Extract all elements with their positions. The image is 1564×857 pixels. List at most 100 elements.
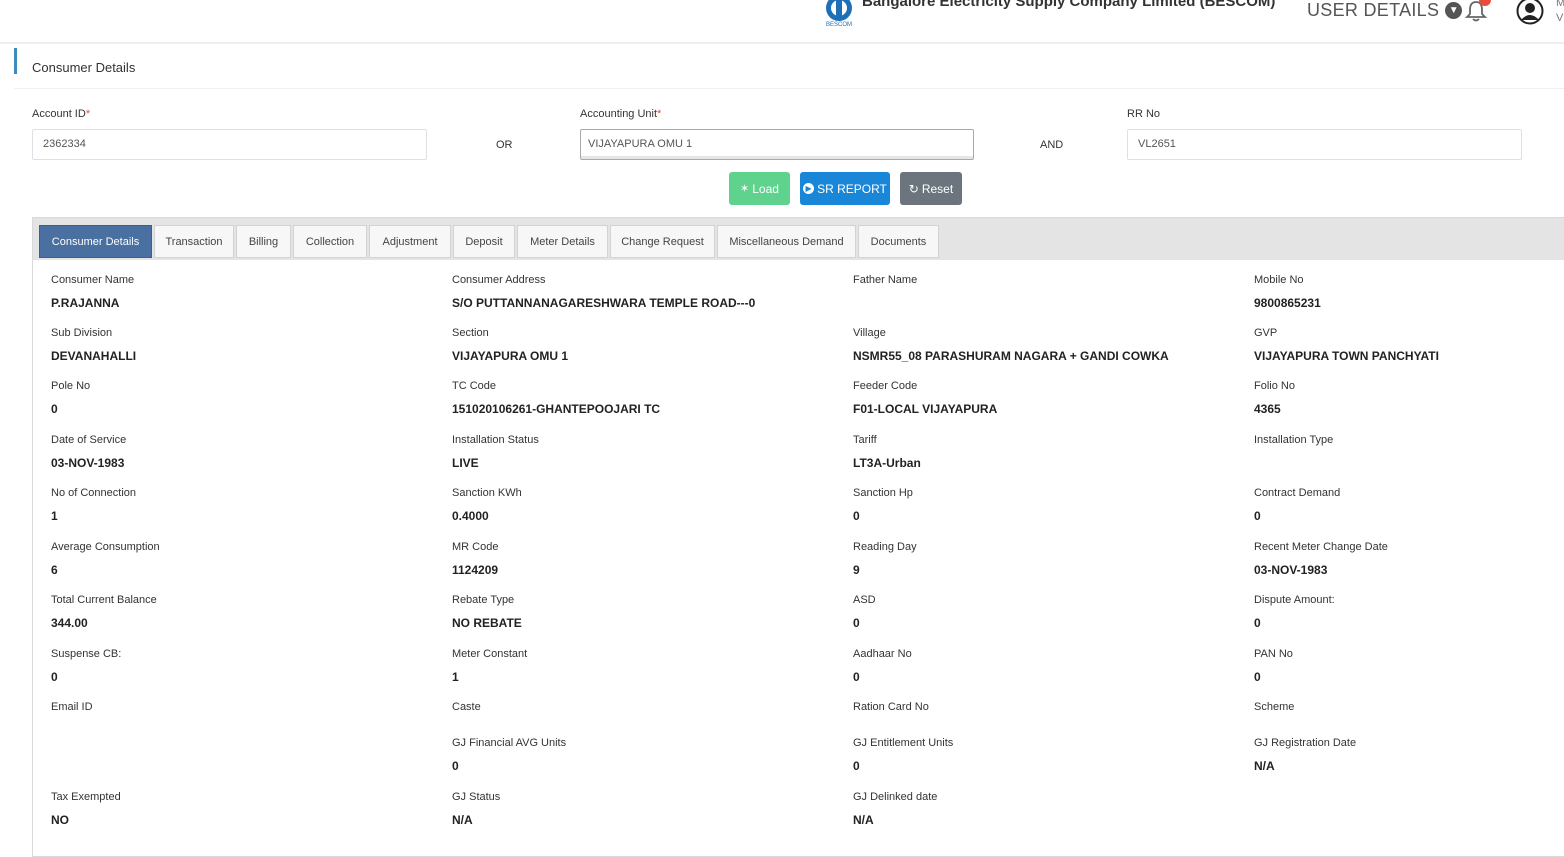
- field-label: GVP: [1254, 327, 1278, 339]
- field-value: NO REBATE: [452, 616, 522, 630]
- tab-deposit[interactable]: Deposit: [453, 225, 515, 258]
- field-value: 0.4000: [452, 509, 489, 523]
- or-text: OR: [496, 139, 513, 151]
- field-label: No of Connection: [51, 487, 136, 499]
- field-label: GJ Registration Date: [1254, 737, 1357, 749]
- field-value: 0: [1254, 509, 1261, 523]
- tab-billing[interactable]: Billing: [236, 225, 291, 258]
- field-label: Reading Day: [853, 541, 917, 553]
- field-label: Sub Division: [51, 327, 113, 339]
- field-value: VIJAYAPURA OMU 1: [452, 349, 569, 363]
- field-label: TC Code: [452, 380, 497, 392]
- field-label: Scheme: [1254, 701, 1295, 713]
- tab-miscellaneous-demand[interactable]: Miscellaneous Demand: [717, 225, 856, 258]
- reset-button[interactable]: ↻ Reset: [900, 172, 962, 205]
- tab-change-request[interactable]: Change Request: [610, 225, 715, 258]
- field-label: Aadhaar No: [853, 648, 912, 660]
- field-label: Ration Card No: [853, 701, 929, 713]
- details-card: Consumer Details Transaction Billing Col…: [32, 217, 1564, 857]
- field-value: 0: [51, 402, 58, 416]
- field-label: Tax Exempted: [51, 791, 121, 803]
- field-label: Sanction KWh: [452, 487, 522, 499]
- tab-documents[interactable]: Documents: [858, 225, 939, 258]
- field-label: GJ Entitlement Units: [853, 737, 954, 749]
- accounting-unit-select[interactable]: VIJAYAPURA OMU 1: [580, 129, 974, 160]
- field-value: 03-NOV-1983: [1254, 563, 1328, 577]
- bescom-logo-icon: BESCOM: [826, 0, 852, 28]
- field-label: Installation Status: [452, 434, 539, 446]
- arrow-circle-icon: ▶: [803, 183, 815, 194]
- field-label: Suspense CB:: [51, 648, 122, 660]
- field-value: 9800865231: [1254, 296, 1321, 310]
- refresh-icon: ↻: [908, 181, 919, 196]
- load-button[interactable]: ✶ Load: [729, 172, 790, 205]
- field-label: Meter Constant: [452, 648, 528, 660]
- user-name-partial: MV: [1556, 0, 1564, 24]
- rr-no-label: RR No: [1127, 108, 1161, 120]
- rr-no-input[interactable]: VL2651: [1127, 129, 1522, 160]
- field-value: 0: [1254, 670, 1261, 684]
- spinner-icon: ✶: [740, 183, 750, 195]
- field-value: NSMR55_08 PARASHURAM NAGARA + GANDI COWK…: [853, 349, 1169, 363]
- tab-collection[interactable]: Collection: [293, 225, 367, 258]
- field-value: LT3A-Urban: [853, 456, 921, 470]
- field-value: F01-LOCAL VIJAYAPURA: [853, 402, 998, 416]
- field-value: 0: [1254, 616, 1261, 630]
- field-label: Mobile No: [1254, 274, 1304, 286]
- chevron-down-icon: ▼: [1445, 2, 1463, 19]
- field-value: 1: [452, 670, 459, 684]
- section-header: Consumer Details: [14, 45, 1564, 89]
- tab-transaction[interactable]: Transaction: [154, 225, 234, 258]
- field-value: DEVANAHALLI: [51, 349, 137, 363]
- field-value: 1124209: [452, 563, 499, 577]
- field-value: 0: [853, 509, 860, 523]
- field-label: Average Consumption: [51, 541, 160, 553]
- field-label: GJ Financial AVG Units: [452, 737, 567, 749]
- field-label: GJ Status: [452, 791, 501, 803]
- field-label: Caste: [452, 701, 481, 713]
- avatar-icon[interactable]: [1516, 0, 1544, 25]
- field-value: N/A: [853, 813, 874, 827]
- field-value: P.RAJANNA: [51, 296, 120, 310]
- field-label: Dispute Amount:: [1254, 594, 1335, 606]
- field-label: Village: [853, 327, 886, 339]
- field-value: N/A: [1254, 759, 1275, 773]
- field-value: 0: [452, 759, 459, 773]
- tab-adjustment[interactable]: Adjustment: [369, 225, 451, 258]
- account-id-label: Account ID*: [32, 108, 91, 120]
- field-label: Feeder Code: [853, 380, 918, 392]
- field-label: Installation Type: [1254, 434, 1334, 446]
- field-value: 0: [51, 670, 58, 684]
- field-label: PAN No: [1254, 648, 1293, 660]
- field-value: 1: [51, 509, 58, 523]
- sr-report-button[interactable]: ▶ SR REPORT: [800, 172, 890, 205]
- field-value: VIJAYAPURA TOWN PANCHYATI: [1254, 349, 1439, 363]
- account-id-input[interactable]: 2362334: [32, 129, 427, 160]
- field-label: Father Name: [853, 274, 918, 286]
- top-header: BESCOM Bangalore Electricity Supply Comp…: [0, 0, 1564, 44]
- field-label: Recent Meter Change Date: [1254, 541, 1388, 553]
- field-value: 0: [853, 670, 860, 684]
- field-label: Total Current Balance: [51, 594, 157, 606]
- field-value: N/A: [452, 813, 473, 827]
- field-label: ASD: [853, 594, 876, 606]
- field-value: 6: [51, 563, 58, 577]
- section-accent-bar: [14, 48, 17, 74]
- field-label: GJ Delinked date: [853, 791, 938, 803]
- field-value: 4365: [1254, 402, 1281, 416]
- field-value: 03-NOV-1983: [51, 456, 125, 470]
- field-label: MR Code: [452, 541, 499, 553]
- field-value: 9: [853, 563, 860, 577]
- field-label: Email ID: [51, 701, 93, 713]
- field-label: Tariff: [853, 434, 877, 446]
- field-label: Folio No: [1254, 380, 1295, 392]
- tab-consumer-details[interactable]: Consumer Details: [39, 225, 152, 258]
- user-details-label: USER DETAILS: [1307, 0, 1440, 20]
- tab-meter-details[interactable]: Meter Details: [517, 225, 608, 258]
- field-value: 0: [853, 759, 860, 773]
- tab-bar: Consumer Details Transaction Billing Col…: [33, 218, 1564, 260]
- user-details-menu[interactable]: USER DETAILS ▼: [1307, 0, 1463, 21]
- field-value: 151020106261-GHANTEPOOJARI TC: [452, 402, 661, 416]
- field-label: Date of Service: [51, 434, 127, 446]
- field-label: Section: [452, 327, 489, 339]
